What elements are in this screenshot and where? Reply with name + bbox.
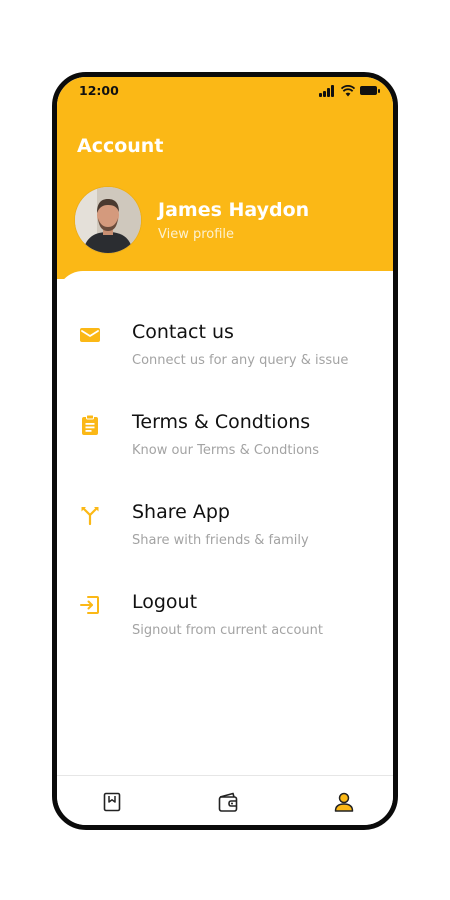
share-fork-icon — [81, 507, 99, 526]
menu-item-contact-us[interactable]: Contact us Connect us for any query & is… — [57, 321, 393, 401]
page-title: Account — [77, 135, 164, 157]
wallet-icon — [218, 792, 238, 812]
avatar[interactable] — [75, 187, 141, 253]
mail-icon — [80, 328, 100, 342]
menu-item-title: Contact us — [132, 321, 234, 343]
clipboard-icon — [82, 414, 98, 435]
signal-icon — [319, 85, 337, 97]
view-profile-link[interactable]: View profile — [158, 227, 234, 242]
status-time: 12:00 — [79, 83, 119, 98]
nav-wallet-tab[interactable] — [216, 790, 240, 814]
profile-name: James Haydon — [158, 199, 310, 221]
menu-item-title: Logout — [132, 591, 198, 613]
nav-bookmarks-tab[interactable] — [100, 790, 124, 814]
menu-item-subtitle: Know our Terms & Condtions — [132, 443, 320, 458]
menu-item-subtitle: Share with friends & family — [132, 533, 309, 548]
battery-icon — [360, 86, 380, 95]
status-bar: 12:00 — [57, 77, 393, 103]
menu-item-share-app[interactable]: Share App Share with friends & family — [57, 501, 393, 581]
nav-account-tab[interactable] — [332, 790, 356, 814]
bookmark-icon — [103, 792, 121, 812]
menu-item-title: Share App — [132, 501, 230, 523]
menu-item-logout[interactable]: Logout Signout from current account — [57, 591, 393, 671]
wifi-icon — [341, 85, 355, 97]
phone-frame: 12:00 Account James Haydon View profile … — [52, 72, 398, 830]
menu-item-title: Terms & Condtions — [132, 411, 311, 433]
menu-item-subtitle: Signout from current account — [132, 623, 323, 638]
bottom-nav — [57, 775, 393, 825]
user-icon — [334, 792, 354, 812]
account-header: 12:00 Account James Haydon View profile — [57, 77, 393, 279]
menu-list: Contact us Connect us for any query & is… — [57, 271, 393, 775]
logout-icon — [80, 596, 99, 614]
menu-item-subtitle: Connect us for any query & issue — [132, 353, 349, 368]
menu-item-terms[interactable]: Terms & Condtions Know our Terms & Condt… — [57, 411, 393, 491]
